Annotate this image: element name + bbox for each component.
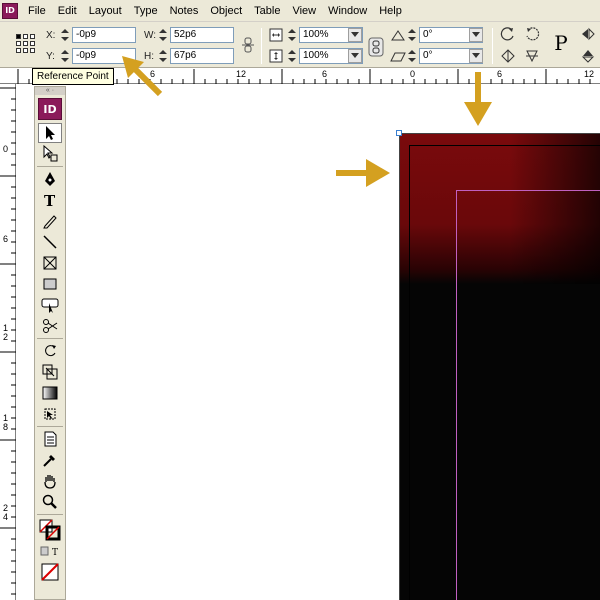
- button-tool-icon[interactable]: [38, 295, 62, 315]
- y-spinner-icon[interactable]: [60, 48, 70, 64]
- rotate-cw-icon[interactable]: [524, 26, 540, 42]
- menu-layout[interactable]: Layout: [83, 0, 128, 22]
- reference-point-tooltip: Reference Point: [32, 68, 114, 85]
- rotate-tool-icon[interactable]: [38, 341, 62, 361]
- document-page[interactable]: [399, 133, 600, 600]
- w-spinner-icon[interactable]: [158, 27, 168, 43]
- control-separator: [261, 28, 262, 64]
- tool-separator: [37, 166, 63, 167]
- ruler-label: 1 8: [3, 413, 9, 432]
- menu-file[interactable]: File: [22, 0, 52, 22]
- vertical-ruler[interactable]: 0 6 1 2 1 8 2 4: [0, 84, 16, 600]
- scissors-tool-icon[interactable]: [38, 316, 62, 336]
- zoom-tool-icon[interactable]: [38, 492, 62, 512]
- tools-panel-grip[interactable]: « ·: [35, 87, 65, 95]
- scale-x-spinner-icon[interactable]: [287, 27, 297, 43]
- flip-horizontal-icon[interactable]: [500, 48, 516, 64]
- rectangle-frame-tool-icon[interactable]: [38, 253, 62, 273]
- x-label: X:: [46, 30, 56, 41]
- fill-stroke-swatch-icon[interactable]: [38, 517, 62, 543]
- scale-x-icon: [268, 27, 284, 43]
- ruler-ticks: [0, 87, 16, 595]
- ruler-label: 12: [584, 69, 595, 79]
- eyedropper-tool-icon[interactable]: [38, 450, 62, 470]
- x-spinner-icon[interactable]: [60, 27, 70, 43]
- direct-selection-tool-icon[interactable]: [38, 144, 62, 164]
- h-field[interactable]: 67p6: [170, 48, 234, 64]
- selection-handle[interactable]: [396, 130, 402, 136]
- menu-help[interactable]: Help: [373, 0, 408, 22]
- menu-window[interactable]: Window: [322, 0, 373, 22]
- annotation-arrow-icon: [336, 159, 390, 187]
- menu-edit[interactable]: Edit: [52, 0, 83, 22]
- type-on-path-icon[interactable]: P: [550, 30, 572, 56]
- apply-formatting-icon[interactable]: T: [38, 544, 62, 558]
- rectangle-tool-icon[interactable]: [38, 274, 62, 294]
- scale-y-icon: [268, 48, 284, 64]
- gradient-tool-icon[interactable]: [38, 383, 62, 403]
- tools-panel: « · ID T T: [34, 86, 66, 600]
- w-label: W:: [144, 30, 157, 41]
- note-tool-icon[interactable]: [38, 429, 62, 449]
- shear-dropdown-icon[interactable]: [469, 49, 483, 63]
- line-tool-icon[interactable]: [38, 232, 62, 252]
- free-transform-tool-icon[interactable]: [38, 404, 62, 424]
- shear-angle-icon: [390, 48, 406, 64]
- ruler-label: 6: [3, 234, 9, 244]
- menu-view[interactable]: View: [286, 0, 322, 22]
- hand-tool-icon[interactable]: [38, 471, 62, 491]
- ruler-label: 0: [410, 69, 416, 79]
- margin-guide: [456, 190, 600, 600]
- tool-separator: [37, 426, 63, 427]
- rotate-dropdown-icon[interactable]: [469, 28, 483, 42]
- control-separator: [492, 28, 493, 64]
- ruler-label: 1 2: [3, 323, 9, 342]
- rotate-spinner-icon[interactable]: [407, 27, 417, 43]
- constrain-proportions-icon[interactable]: [240, 37, 256, 53]
- rotate-angle-icon: [390, 27, 406, 43]
- scale-tool-icon[interactable]: [38, 362, 62, 382]
- ruler-label: 12: [236, 69, 247, 79]
- x-field[interactable]: -0p9: [72, 27, 136, 43]
- pen-tool-icon[interactable]: [38, 169, 62, 189]
- reference-point-icon[interactable]: [16, 34, 36, 54]
- ruler-label: 6: [497, 69, 503, 79]
- menu-object[interactable]: Object: [204, 0, 248, 22]
- pencil-tool-icon[interactable]: [38, 211, 62, 231]
- flip-vertical-icon[interactable]: [524, 48, 540, 64]
- annotation-arrow-icon: [464, 72, 492, 126]
- svg-text:T: T: [52, 548, 58, 557]
- indesign-app-icon[interactable]: ID: [2, 2, 18, 19]
- tool-separator: [37, 338, 63, 339]
- ruler-label: 2 4: [3, 503, 9, 522]
- tool-separator: [37, 514, 63, 515]
- scale-y-spinner-icon[interactable]: [287, 48, 297, 64]
- flip-icon[interactable]: [580, 26, 596, 42]
- selection-tool-icon[interactable]: [38, 123, 62, 143]
- type-tool-icon[interactable]: T: [38, 190, 62, 210]
- none-swatch-icon[interactable]: [38, 562, 62, 582]
- control-panel: X: -0p9 Y: -0p9 W: 52p6 H: 67p6 100% 100…: [0, 22, 600, 68]
- toolbox-logo: ID: [38, 98, 62, 120]
- annotation-arrow-icon: [122, 56, 163, 97]
- y-label: Y:: [46, 51, 55, 62]
- w-field[interactable]: 52p6: [170, 27, 234, 43]
- scale-x-dropdown-icon[interactable]: [348, 28, 362, 42]
- menu-type[interactable]: Type: [128, 0, 164, 22]
- constrain-scale-icon[interactable]: [368, 37, 384, 57]
- svg-text:T: T: [44, 192, 56, 208]
- menu-table[interactable]: Table: [248, 0, 286, 22]
- menu-bar: ID File Edit Layout Type Notes Object Ta…: [0, 0, 600, 22]
- ruler-label: 6: [322, 69, 328, 79]
- rotate-ccw-icon[interactable]: [500, 26, 516, 42]
- ruler-label: 0: [3, 144, 9, 154]
- menu-notes[interactable]: Notes: [164, 0, 205, 22]
- shear-spinner-icon[interactable]: [407, 48, 417, 64]
- scale-y-dropdown-icon[interactable]: [348, 49, 362, 63]
- flip-vertical-small-icon[interactable]: [580, 48, 596, 64]
